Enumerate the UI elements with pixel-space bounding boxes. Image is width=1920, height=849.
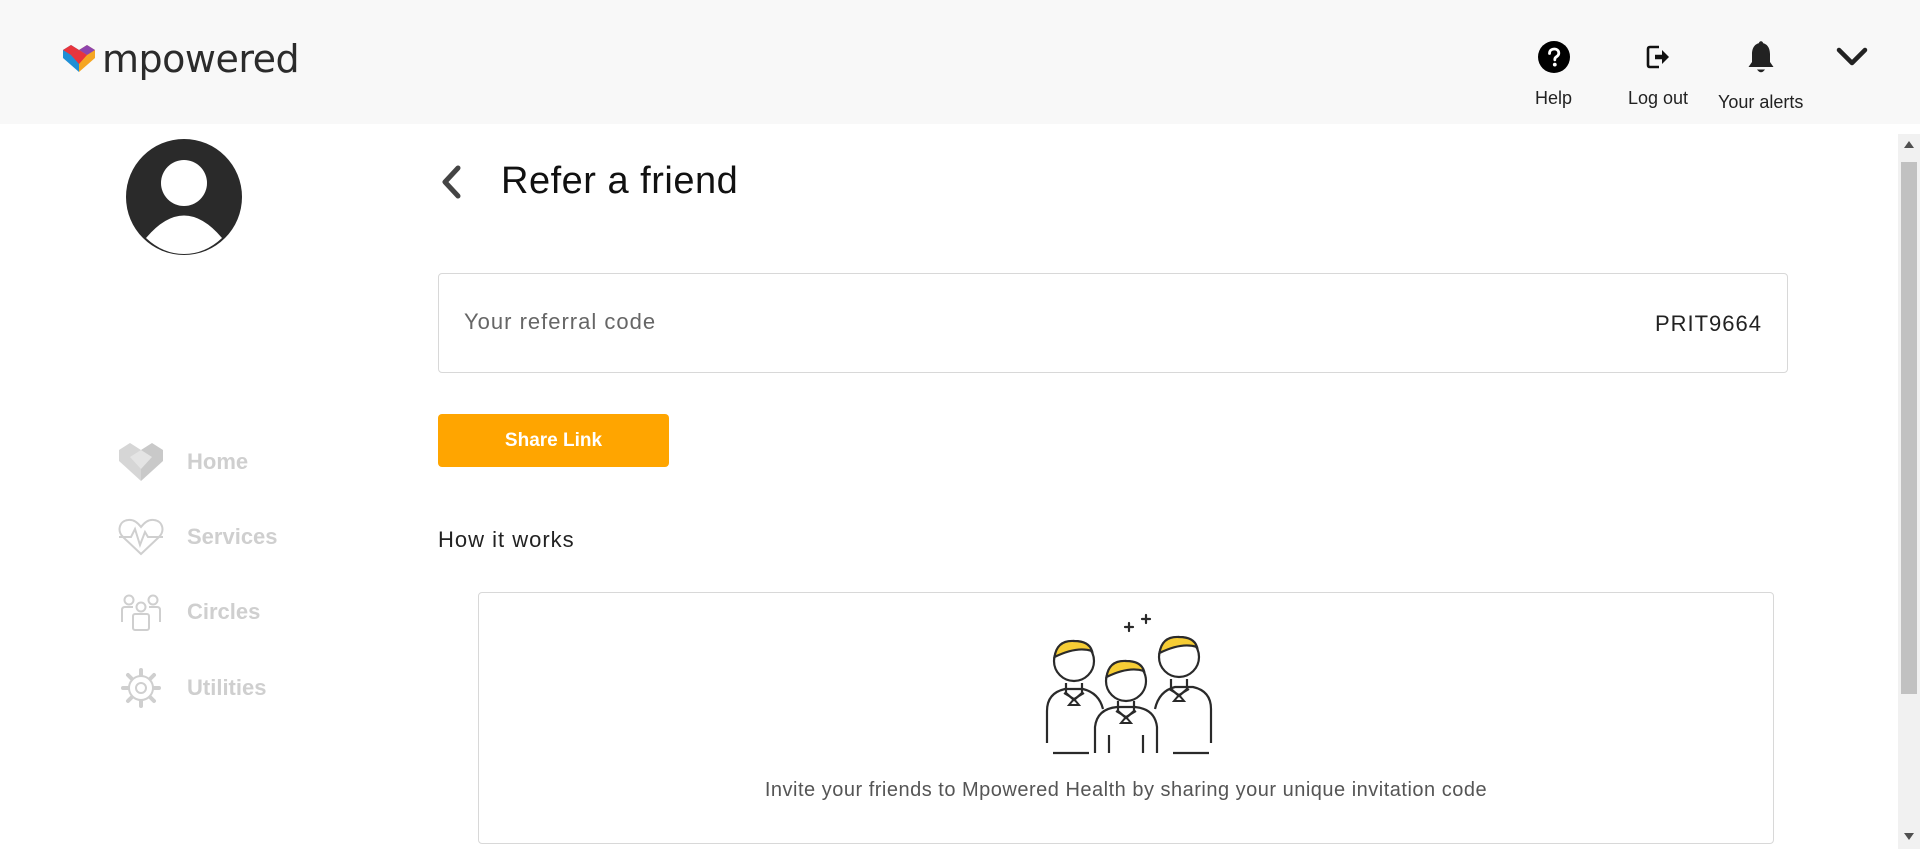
scroll-up-arrow-icon[interactable] [1904,141,1914,148]
page-title: Refer a friend [501,160,739,202]
heart-logo-icon [117,442,165,482]
logout-button[interactable]: Log out [1628,40,1688,109]
avatar[interactable] [125,138,243,261]
user-avatar-icon [126,139,242,255]
sidebar-item-services[interactable]: Services [117,517,278,557]
sidebar-item-label: Utilities [187,675,267,700]
sidebar-item-circles[interactable]: Circles [117,592,260,632]
mpowered-logo-icon [63,45,95,72]
brand-logo[interactable]: mpowered [62,37,300,81]
alerts-label: Your alerts [1718,92,1804,112]
bell-icon [1748,41,1774,73]
how-it-works-step-text: Invite your friends to Mpowered Health b… [764,779,1488,801]
main-content: Home Services Circles Utilities Refer a … [0,124,1898,849]
sidebar-item-utilities[interactable]: Utilities [117,667,266,709]
how-it-works-heading: How it works [438,527,575,552]
page-scrollbar[interactable] [1898,134,1920,849]
referral-code-value: PRIT9664 [1654,311,1762,336]
brand-name: mpowered [102,37,300,81]
gear-icon [117,667,165,709]
scrollbar-thumb[interactable] [1901,162,1917,694]
sidebar-item-label: Services [187,524,278,549]
help-button[interactable]: Help [1535,40,1572,109]
referral-code-field[interactable]: Your referral code PRIT9664 [438,273,1788,373]
share-link-button[interactable]: Share Link [438,414,669,467]
invite-friends-illustration [1039,613,1219,763]
sidebar-item-label: Circles [187,599,261,624]
logout-label: Log out [1628,88,1689,108]
scroll-down-arrow-icon[interactable] [1904,833,1914,840]
sidebar-item-label: Home [187,449,249,474]
how-it-works-card: Invite your friends to Mpowered Health b… [478,592,1774,844]
help-icon [1537,41,1570,73]
chevron-down-icon [1836,47,1868,66]
alerts-button[interactable]: Your alerts [1718,40,1803,113]
chevron-left-icon [442,165,461,199]
heartbeat-icon [117,517,165,557]
people-icon [117,592,165,632]
referral-code-label: Your referral code [464,309,657,334]
top-bar: mpowered Help Log out Your alerts [0,0,1920,124]
account-menu-toggle[interactable] [1836,46,1868,73]
help-label: Help [1535,88,1573,108]
logout-icon [1646,45,1670,69]
back-button[interactable] [440,164,464,205]
group-people-icon [1045,613,1213,755]
sidebar-item-home[interactable]: Home [117,442,248,482]
